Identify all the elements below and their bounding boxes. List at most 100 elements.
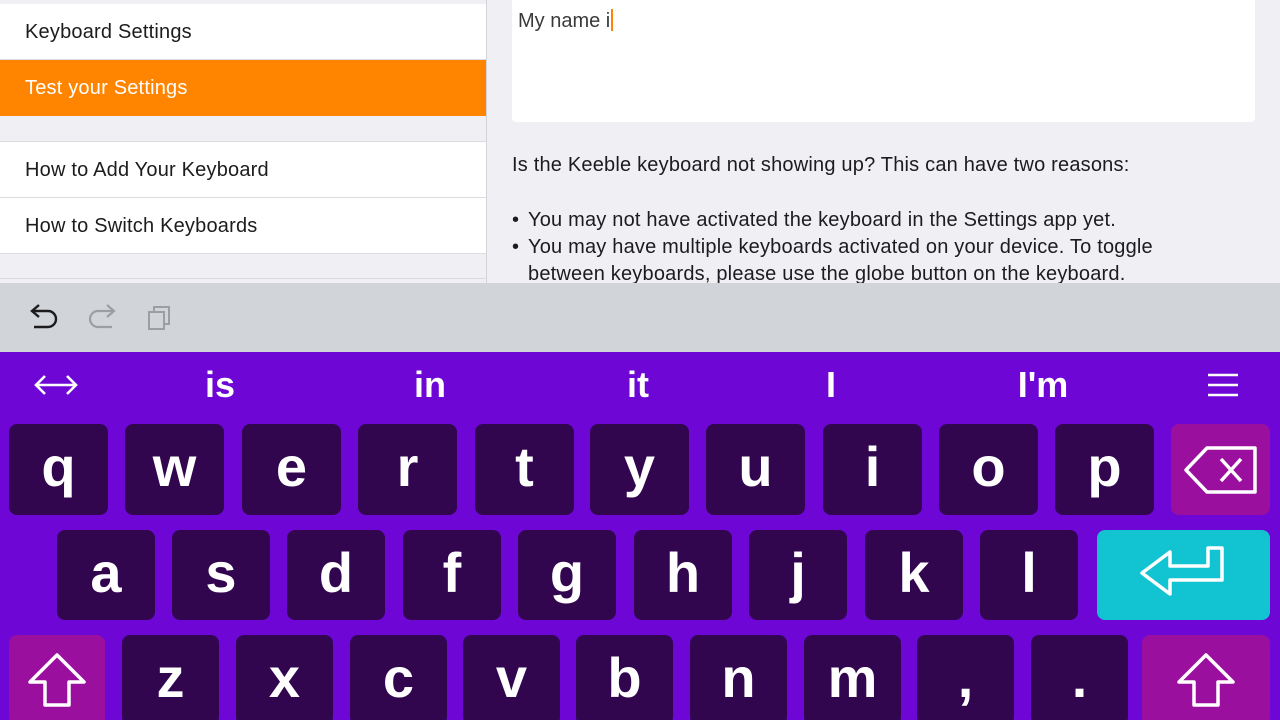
- test-text-field[interactable]: My name i: [512, 0, 1255, 122]
- key-label: q: [41, 435, 76, 498]
- key-h[interactable]: h: [634, 530, 732, 620]
- shift-icon: [1177, 653, 1235, 707]
- sidebar-item-switch-keyboards[interactable]: How to Switch Keyboards: [0, 198, 486, 254]
- key-o[interactable]: o: [939, 424, 1038, 515]
- key-i[interactable]: i: [823, 424, 922, 515]
- key-label: l: [1021, 540, 1037, 604]
- key-label: .: [1071, 645, 1088, 709]
- suggestion-text: I: [825, 364, 836, 405]
- sidebar-item-test-settings[interactable]: Test your Settings: [0, 60, 486, 116]
- key-d[interactable]: d: [287, 530, 385, 620]
- redo-icon[interactable]: [85, 301, 119, 335]
- key-q[interactable]: q: [9, 424, 108, 515]
- divider: [0, 253, 486, 254]
- key-w[interactable]: w: [125, 424, 224, 515]
- text-caret: [611, 9, 614, 31]
- key-comma[interactable]: ,: [917, 635, 1014, 720]
- content-area: My name i Is the Keeble keyboard not sho…: [488, 0, 1280, 285]
- key-label: c: [382, 645, 415, 709]
- key-label: p: [1087, 435, 1122, 498]
- undo-icon[interactable]: [27, 301, 61, 335]
- key-z[interactable]: z: [122, 635, 219, 720]
- cursor-move-icon[interactable]: [20, 352, 92, 418]
- key-label: n: [721, 645, 756, 709]
- shift-key-left[interactable]: [9, 635, 105, 720]
- help-bullet: You may not have activated the keyboard …: [512, 207, 1252, 234]
- suggestion-4[interactable]: I: [771, 352, 891, 418]
- suggestion-text: in: [414, 364, 446, 405]
- suggestion-5[interactable]: I'm: [983, 352, 1103, 418]
- shift-key-right[interactable]: [1142, 635, 1270, 720]
- help-bullet: You may have multiple keyboards activate…: [512, 234, 1252, 288]
- return-key[interactable]: [1097, 530, 1270, 620]
- key-label: o: [971, 435, 1006, 498]
- key-f[interactable]: f: [403, 530, 501, 620]
- key-label: u: [738, 435, 773, 498]
- suggestion-text: is: [204, 364, 236, 405]
- key-e[interactable]: e: [242, 424, 341, 515]
- key-v[interactable]: v: [463, 635, 560, 720]
- backspace-key[interactable]: [1171, 424, 1270, 515]
- sidebar-item-label: How to Switch Keyboards: [25, 214, 258, 237]
- sidebar-item-add-keyboard[interactable]: How to Add Your Keyboard: [0, 142, 486, 198]
- divider: [0, 278, 486, 279]
- shift-icon: [28, 653, 86, 707]
- sidebar-item-label: How to Add Your Keyboard: [25, 158, 269, 181]
- key-label: d: [318, 540, 354, 604]
- keyboard: is in it I I'm q w e r t y u i o p a s d…: [0, 352, 1280, 720]
- key-label: i: [864, 435, 881, 498]
- key-b[interactable]: b: [576, 635, 673, 720]
- key-t[interactable]: t: [475, 424, 574, 515]
- key-s[interactable]: s: [172, 530, 270, 620]
- sidebar: Keyboard Settings Test your Settings How…: [0, 0, 487, 283]
- key-n[interactable]: n: [690, 635, 787, 720]
- key-label: t: [515, 435, 534, 498]
- help-intro: Is the Keeble keyboard not showing up? T…: [512, 154, 1130, 176]
- help-bullet-text: You may have multiple keyboards activate…: [528, 236, 1153, 285]
- key-y[interactable]: y: [590, 424, 689, 515]
- sidebar-item-keyboard-settings[interactable]: Keyboard Settings: [0, 4, 486, 60]
- key-label: m: [827, 645, 878, 709]
- key-m[interactable]: m: [804, 635, 901, 720]
- keyboard-toolbar: [0, 283, 1280, 352]
- text-field-value: My name i: [518, 10, 611, 32]
- help-text: Is the Keeble keyboard not showing up? T…: [512, 152, 1252, 288]
- key-label: f: [442, 540, 462, 604]
- key-label: e: [275, 435, 308, 498]
- key-label: k: [898, 540, 930, 604]
- key-label: ,: [957, 645, 974, 709]
- suggestion-2[interactable]: in: [370, 352, 490, 418]
- key-period[interactable]: .: [1031, 635, 1128, 720]
- key-c[interactable]: c: [350, 635, 447, 720]
- key-a[interactable]: a: [57, 530, 155, 620]
- screen: Keyboard Settings Test your Settings How…: [0, 0, 1280, 720]
- key-label: g: [549, 540, 585, 604]
- suggestion-3[interactable]: it: [578, 352, 698, 418]
- key-label: j: [790, 540, 806, 604]
- key-g[interactable]: g: [518, 530, 616, 620]
- key-label: v: [495, 645, 528, 709]
- key-r[interactable]: r: [358, 424, 457, 515]
- sidebar-item-label: Test your Settings: [25, 76, 188, 99]
- key-label: w: [152, 435, 197, 498]
- copy-icon[interactable]: [142, 301, 176, 335]
- key-l[interactable]: l: [980, 530, 1078, 620]
- key-label: r: [396, 435, 419, 498]
- help-bullet-text: You may not have activated the keyboard …: [528, 209, 1116, 231]
- key-label: z: [156, 645, 185, 709]
- key-label: b: [607, 645, 642, 709]
- key-j[interactable]: j: [749, 530, 847, 620]
- menu-icon[interactable]: [1190, 352, 1256, 418]
- key-label: a: [90, 540, 122, 604]
- key-label: h: [665, 540, 701, 604]
- key-label: s: [205, 540, 237, 604]
- suggestion-1[interactable]: is: [160, 352, 280, 418]
- sidebar-item-label: Keyboard Settings: [25, 20, 192, 43]
- backspace-icon: [1183, 445, 1257, 494]
- key-u[interactable]: u: [706, 424, 805, 515]
- key-label: y: [623, 435, 656, 498]
- key-k[interactable]: k: [865, 530, 963, 620]
- key-x[interactable]: x: [236, 635, 333, 720]
- suggestion-text: I'm: [1017, 364, 1069, 405]
- key-p[interactable]: p: [1055, 424, 1154, 515]
